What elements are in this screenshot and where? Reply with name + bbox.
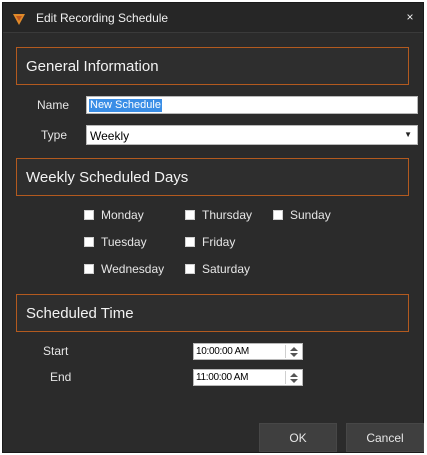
start-time-spinner[interactable]: 10:00:00 AM: [193, 343, 303, 360]
start-time-value: 10:00:00 AM: [196, 346, 249, 357]
type-select[interactable]: Weekly ▼: [86, 125, 418, 145]
app-shield-icon: [13, 14, 25, 25]
day-label-thursday: Thursday: [202, 208, 253, 222]
type-label: Type: [41, 128, 68, 142]
end-time-spinner[interactable]: 11:00:00 AM: [193, 369, 303, 386]
start-label: Start: [43, 344, 69, 358]
checkbox-icon: [84, 210, 94, 220]
day-label-tuesday: Tuesday: [101, 235, 147, 249]
checkbox-icon: [273, 210, 283, 220]
dialog-title: Edit Recording Schedule: [36, 11, 169, 25]
day-label-monday: Monday: [101, 208, 144, 222]
name-input-value: New Schedule: [89, 99, 162, 112]
ok-button[interactable]: OK: [259, 423, 337, 452]
end-label: End: [50, 370, 72, 384]
section-heading-time: Scheduled Time: [26, 305, 134, 322]
scheduled-time-section: Scheduled Time: [16, 294, 409, 332]
weekly-scheduled-days-section: Weekly Scheduled Days: [16, 158, 409, 196]
title-bar: Edit Recording Schedule ×: [3, 3, 423, 33]
day-label-wednesday: Wednesday: [101, 262, 165, 276]
section-heading-general: General Information: [26, 58, 159, 75]
checkbox-icon: [185, 264, 195, 274]
cancel-button[interactable]: Cancel: [346, 423, 424, 452]
day-label-friday: Friday: [202, 235, 236, 249]
spinner-arrows-icon[interactable]: [285, 371, 301, 384]
name-label: Name: [37, 98, 70, 112]
close-icon[interactable]: ×: [403, 10, 417, 24]
chevron-down-icon: ▼: [404, 130, 412, 139]
general-information-section: General Information: [16, 47, 409, 85]
day-label-saturday: Saturday: [202, 262, 251, 276]
checkbox-icon: [185, 210, 195, 220]
edit-recording-schedule-dialog: Edit Recording Schedule × General Inform…: [2, 2, 424, 453]
checkbox-icon: [84, 237, 94, 247]
section-heading-weekly: Weekly Scheduled Days: [26, 169, 189, 186]
end-time-value: 11:00:00 AM: [196, 372, 249, 383]
spinner-arrows-icon[interactable]: [285, 345, 301, 358]
type-select-value: Weekly: [90, 129, 130, 143]
checkbox-icon: [185, 237, 195, 247]
checkbox-icon: [84, 264, 94, 274]
day-label-sunday: Sunday: [290, 208, 331, 222]
name-input[interactable]: New Schedule: [86, 96, 418, 114]
